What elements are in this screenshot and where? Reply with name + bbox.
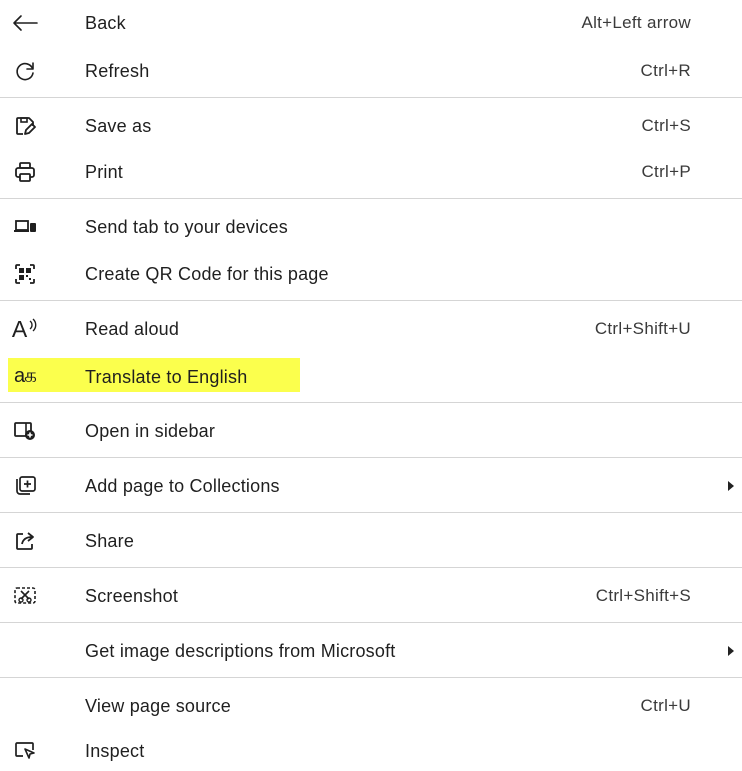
menu-item-label: Get image descriptions from Microsoft (85, 641, 396, 661)
screenshot-icon (10, 581, 40, 611)
menu-item-shortcut: Ctrl+P (641, 162, 691, 181)
menu-divider (0, 97, 742, 98)
menu-item-print[interactable]: Print Ctrl+P (0, 152, 742, 192)
devices-icon (10, 212, 40, 242)
submenu-arrow-icon (728, 481, 734, 491)
menu-item-qr-code[interactable]: Create QR Code for this page (0, 254, 742, 294)
read-aloud-icon: A (10, 314, 40, 344)
menu-item-back[interactable]: Back Alt+Left arrow (0, 3, 742, 43)
menu-item-translate[interactable]: aக Translate to English (0, 357, 742, 397)
menu-item-open-in-sidebar[interactable]: Open in sidebar (0, 411, 742, 451)
menu-item-image-descriptions[interactable]: Get image descriptions from Microsoft (0, 631, 742, 671)
menu-item-shortcut: Ctrl+S (641, 116, 691, 135)
menu-divider (0, 677, 742, 678)
translate-icon: aக (10, 362, 40, 392)
menu-item-refresh[interactable]: Refresh Ctrl+R (0, 51, 742, 91)
context-menu: Back Alt+Left arrow Refresh Ctrl+R Save … (0, 0, 742, 762)
share-icon (10, 526, 40, 556)
menu-divider (0, 622, 742, 623)
menu-item-read-aloud[interactable]: A Read aloud Ctrl+Shift+U (0, 309, 742, 349)
menu-item-save-as[interactable]: Save as Ctrl+S (0, 106, 742, 146)
back-arrow-icon (10, 8, 40, 38)
menu-divider (0, 567, 742, 568)
menu-item-screenshot[interactable]: Screenshot Ctrl+Shift+S (0, 576, 742, 616)
refresh-icon (10, 56, 40, 86)
menu-item-send-tab[interactable]: Send tab to your devices (0, 207, 742, 247)
menu-item-shortcut: Ctrl+R (640, 61, 691, 80)
qr-code-icon (10, 259, 40, 289)
menu-item-label: Share (85, 531, 135, 551)
menu-item-label: Back (85, 13, 126, 33)
save-as-icon (10, 111, 40, 141)
menu-item-label: Save as (85, 116, 152, 136)
menu-item-shortcut: Alt+Left arrow (581, 13, 691, 32)
menu-item-label: View page source (85, 696, 231, 716)
menu-item-label: Open in sidebar (85, 421, 216, 441)
menu-item-label: Translate to English (85, 367, 248, 387)
read-aloud-letter: A (11, 315, 28, 342)
menu-item-label: Refresh (85, 61, 150, 81)
menu-divider (0, 512, 742, 513)
menu-item-label: Add page to Collections (85, 476, 280, 496)
menu-divider (0, 300, 742, 301)
menu-item-shortcut: Ctrl+Shift+S (595, 586, 691, 605)
menu-divider (0, 402, 742, 403)
menu-item-label: Send tab to your devices (85, 217, 288, 237)
open-in-sidebar-icon (10, 416, 40, 446)
menu-divider (0, 457, 742, 458)
menu-item-shortcut: Ctrl+U (640, 696, 691, 715)
print-icon (10, 157, 40, 187)
collections-icon (10, 471, 40, 501)
menu-item-shortcut: Ctrl+Shift+U (594, 319, 691, 338)
translate-icon-glyphs: aக (14, 364, 37, 387)
menu-item-inspect[interactable]: Inspect (0, 731, 742, 771)
menu-divider (0, 198, 742, 199)
menu-item-view-source[interactable]: View page source Ctrl+U (0, 686, 742, 726)
menu-item-label: Create QR Code for this page (85, 264, 329, 284)
menu-item-label: Screenshot (85, 586, 179, 606)
menu-item-label: Read aloud (85, 319, 180, 339)
menu-item-label: Inspect (85, 741, 145, 761)
submenu-arrow-icon (728, 646, 734, 656)
menu-item-add-to-collections[interactable]: Add page to Collections (0, 466, 742, 506)
menu-item-share[interactable]: Share (0, 521, 742, 561)
menu-item-label: Print (85, 162, 124, 182)
